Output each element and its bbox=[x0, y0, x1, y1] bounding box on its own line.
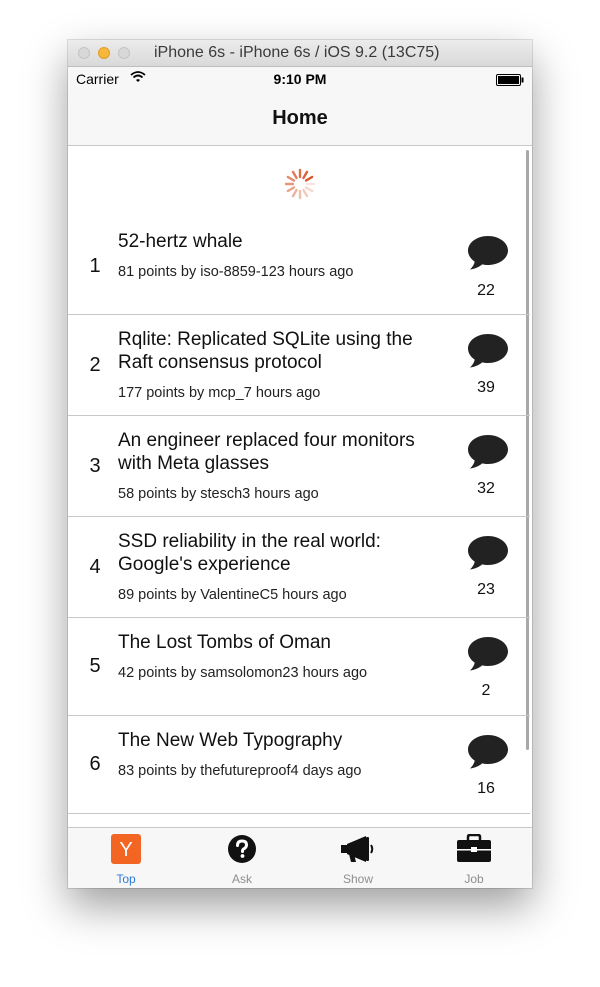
story-rank: 2 bbox=[89, 354, 101, 376]
story-meta: 83 points by thefutureproof4 days ago bbox=[118, 763, 362, 779]
story-title[interactable]: 52-hertz whale bbox=[118, 230, 448, 253]
story-rank: 1 bbox=[89, 255, 101, 277]
comment-bubble-icon[interactable] bbox=[466, 733, 510, 776]
tab-label: Job bbox=[464, 872, 484, 886]
story-meta: 177 points by mcp_7 hours ago bbox=[118, 385, 321, 401]
megaphone-icon bbox=[341, 834, 374, 864]
briefcase-icon bbox=[457, 833, 491, 864]
tab-top[interactable]: Y Top bbox=[68, 828, 184, 888]
story-row[interactable]: 5 The Lost Tombs of Oman 42 points by sa… bbox=[68, 618, 530, 716]
comment-count: 32 bbox=[477, 480, 495, 497]
story-rank: 6 bbox=[89, 753, 101, 775]
close-window-button[interactable] bbox=[78, 47, 90, 59]
window-titlebar: iPhone 6s - iPhone 6s / iOS 9.2 (13C75) bbox=[68, 40, 532, 67]
y-logo-letter: Y bbox=[119, 839, 132, 861]
story-rank: 5 bbox=[89, 655, 101, 677]
story-title[interactable]: The New Web Typography bbox=[118, 729, 448, 752]
simulator-window: iPhone 6s - iPhone 6s / iOS 9.2 (13C75) … bbox=[68, 40, 532, 888]
story-meta: 89 points by ValentineC5 hours ago bbox=[118, 587, 347, 603]
comment-count: 2 bbox=[481, 682, 491, 699]
story-list: 1 52-hertz whale 81 points by iso-8859-1… bbox=[68, 216, 530, 814]
comment-count: 23 bbox=[477, 581, 495, 598]
tab-ask[interactable]: Ask bbox=[184, 828, 300, 888]
ios-status-bar: Carrier 9:10 PM bbox=[68, 67, 532, 91]
story-rank: 3 bbox=[89, 455, 101, 477]
story-rank: 4 bbox=[89, 556, 101, 578]
tab-label: Show bbox=[342, 872, 374, 886]
story-row[interactable]: 3 An engineer replaced four monitors wit… bbox=[68, 416, 530, 517]
story-title[interactable]: SSD reliability in the real world: Googl… bbox=[118, 530, 448, 576]
y-logo-icon: Y bbox=[111, 834, 141, 864]
story-row[interactable]: 2 Rqlite: Replicated SQLite using the Ra… bbox=[68, 315, 530, 416]
tab-label: Top bbox=[116, 872, 136, 886]
story-title[interactable]: Rqlite: Replicated SQLite using the Raft… bbox=[118, 328, 448, 374]
status-time: 9:10 PM bbox=[273, 71, 327, 87]
comment-bubble-icon[interactable] bbox=[466, 332, 510, 375]
story-meta: 42 points by samsolomon23 hours ago bbox=[118, 665, 368, 681]
story-row[interactable]: 1 52-hertz whale 81 points by iso-8859-1… bbox=[68, 216, 530, 315]
comment-count: 22 bbox=[477, 282, 495, 299]
comment-bubble-icon[interactable] bbox=[466, 635, 510, 678]
story-row[interactable]: 6 The New Web Typography 83 points by th… bbox=[68, 716, 530, 814]
story-title[interactable]: An engineer replaced four monitors with … bbox=[118, 429, 448, 475]
minimize-window-button[interactable] bbox=[98, 47, 110, 59]
story-title[interactable]: The Lost Tombs of Oman bbox=[118, 631, 448, 654]
comment-bubble-icon[interactable] bbox=[466, 433, 510, 476]
comment-count: 39 bbox=[477, 379, 495, 396]
page-title: Home bbox=[272, 107, 328, 129]
nav-bar: Home bbox=[68, 91, 532, 146]
comment-bubble-icon[interactable] bbox=[466, 534, 510, 577]
story-meta: 81 points by iso-8859-123 hours ago bbox=[118, 264, 354, 280]
window-title: iPhone 6s - iPhone 6s / iOS 9.2 (13C75) bbox=[154, 44, 440, 61]
story-meta: 58 points by stesch3 hours ago bbox=[118, 486, 319, 502]
comment-count: 16 bbox=[477, 780, 495, 797]
question-circle-icon bbox=[227, 834, 257, 864]
stories-scroll-view[interactable]: 1 52-hertz whale 81 points by iso-8859-1… bbox=[68, 146, 532, 829]
comment-bubble-icon[interactable] bbox=[466, 234, 510, 277]
tab-show[interactable]: Show bbox=[300, 828, 416, 888]
loading-spinner-icon bbox=[282, 166, 318, 207]
tab-label: Ask bbox=[231, 872, 252, 886]
tab-bar: Y Top Ask Show Job bbox=[68, 827, 532, 888]
tab-job[interactable]: Job bbox=[416, 828, 532, 888]
battery-icon bbox=[496, 73, 524, 89]
zoom-window-button[interactable] bbox=[118, 47, 130, 59]
story-row[interactable]: 4 SSD reliability in the real world: Goo… bbox=[68, 517, 530, 618]
